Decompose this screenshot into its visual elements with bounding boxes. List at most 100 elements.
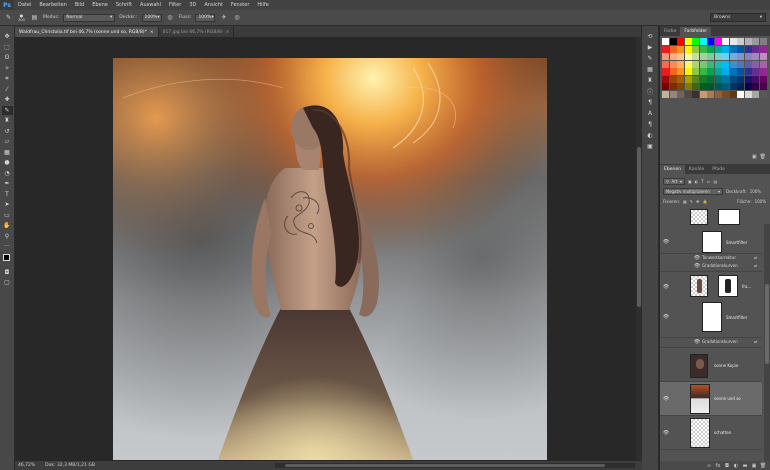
screen-mode-icon[interactable]: ▢	[2, 278, 13, 288]
color-swatch[interactable]	[662, 68, 669, 75]
color-swatch[interactable]	[699, 60, 707, 68]
color-swatch[interactable]	[722, 45, 729, 53]
color-swatch[interactable]	[692, 83, 699, 90]
new-swatch-icon[interactable]: ▣	[752, 154, 757, 160]
menu-3d[interactable]: 3D	[185, 2, 200, 8]
menu-datei[interactable]: Datei	[14, 2, 35, 8]
menu-fenster[interactable]: Fenster	[227, 2, 254, 8]
layer-filter-select[interactable]: ⚲ Art ▾	[663, 178, 685, 185]
color-swatch[interactable]	[744, 38, 752, 45]
mode-select[interactable]: Normal ▾	[63, 13, 116, 22]
color-swatch[interactable]	[714, 45, 722, 53]
color-swatch[interactable]	[677, 38, 684, 45]
color-swatch[interactable]	[744, 45, 752, 53]
airbrush-icon[interactable]: ✈	[219, 13, 228, 22]
crop-tool-icon[interactable]: ⌗	[2, 74, 13, 84]
tab-kanaele[interactable]: Kanäle	[685, 165, 708, 174]
color-swatch[interactable]	[699, 38, 707, 45]
new-layer-icon[interactable]: ▣	[751, 463, 757, 469]
eye-icon[interactable]: 👁	[663, 430, 669, 436]
eye-icon[interactable]: 👁	[694, 339, 700, 345]
color-swatch[interactable]	[692, 90, 699, 98]
pen-tool-icon[interactable]: ✒	[2, 179, 13, 189]
info-icon[interactable]: ⓘ	[645, 87, 655, 96]
adjustments-icon[interactable]: ◐	[645, 131, 655, 140]
color-swatch[interactable]	[684, 83, 692, 90]
marquee-tool-icon[interactable]: ⬚	[2, 43, 13, 53]
color-swatch[interactable]	[677, 68, 684, 75]
color-swatch[interactable]	[729, 68, 737, 75]
color-swatch[interactable]	[759, 60, 767, 68]
color-swatch[interactable]	[707, 38, 714, 45]
trash-icon[interactable]: 🗑	[760, 154, 766, 160]
document-canvas[interactable]	[113, 58, 547, 460]
layers-scrollbar[interactable]	[764, 224, 770, 470]
menu-ansicht[interactable]: Ansicht	[200, 2, 226, 8]
layer-opacity-value[interactable]: 100%	[750, 189, 761, 194]
color-swatch[interactable]	[729, 38, 737, 45]
brush-tool-icon[interactable]: ✎	[1, 105, 13, 115]
path-select-tool-icon[interactable]: ➤	[2, 200, 13, 210]
history-icon[interactable]: ⟲	[645, 32, 655, 41]
color-swatch[interactable]	[707, 45, 714, 53]
layer-sonne-kopie[interactable]: sonne Kopie	[660, 350, 762, 382]
tab-017[interactable]: 017.jpg bei 66,7% (RGB/8) ×	[158, 27, 235, 37]
filter-options-icon[interactable]: ⇌	[754, 255, 757, 260]
color-swatch[interactable]	[684, 75, 692, 83]
menu-filter[interactable]: Filter	[165, 2, 185, 8]
brush-presets-icon[interactable]: ▦	[645, 65, 655, 74]
color-swatch[interactable]	[669, 90, 677, 98]
quick-select-tool-icon[interactable]: ✧	[2, 64, 13, 74]
color-swatch[interactable]	[744, 53, 752, 60]
color-swatch[interactable]	[729, 60, 737, 68]
color-swatch[interactable]	[707, 90, 714, 98]
pressure-size-icon[interactable]: ◎	[232, 13, 241, 22]
color-swatch[interactable]	[692, 75, 699, 83]
lock-pixels-icon[interactable]: ▦	[683, 199, 687, 204]
actions-icon[interactable]: ▶	[645, 43, 655, 52]
color-swatch[interactable]	[729, 75, 737, 83]
properties-icon[interactable]: ¶	[645, 120, 655, 129]
color-swatch[interactable]	[759, 38, 767, 45]
color-swatch[interactable]	[722, 60, 729, 68]
color-swatch[interactable]	[684, 38, 692, 45]
color-swatch[interactable]	[662, 60, 669, 68]
color-swatch[interactable]	[669, 83, 677, 90]
color-swatch[interactable]	[752, 38, 759, 45]
color-swatch[interactable]	[722, 83, 729, 90]
blur-tool-icon[interactable]: ●	[2, 158, 13, 168]
color-swatch[interactable]	[752, 45, 759, 53]
color-swatch[interactable]	[714, 68, 722, 75]
brush-panel-icon[interactable]: ▤	[30, 13, 39, 22]
dodge-tool-icon[interactable]: ◔	[2, 169, 13, 179]
tab-farbe[interactable]: Farbe	[660, 27, 680, 36]
color-swatch[interactable]	[677, 45, 684, 53]
hand-tool-icon[interactable]: ✋	[2, 221, 13, 231]
color-swatch[interactable]	[752, 83, 759, 90]
close-icon[interactable]: ×	[226, 30, 230, 35]
color-swatch[interactable]	[677, 90, 684, 98]
filter-type-icon[interactable]: T	[701, 179, 703, 184]
layer-smart-object-1[interactable]: 👁 Smartfilter	[660, 209, 762, 254]
filter-shape-icon[interactable]: ▭	[707, 179, 711, 184]
menu-bearbeiten[interactable]: Bearbeiten	[35, 2, 70, 8]
eye-icon[interactable]: 👁	[694, 263, 700, 269]
lock-move-icon[interactable]: ✥	[696, 199, 699, 204]
color-swatch[interactable]	[699, 45, 707, 53]
layer-style-icon[interactable]: fx	[715, 463, 721, 469]
color-swatch[interactable]	[707, 68, 714, 75]
color-swatch[interactable]	[662, 38, 669, 45]
lock-all-icon[interactable]: 🔒	[702, 199, 707, 204]
menu-auswahl[interactable]: Auswahl	[136, 2, 165, 8]
color-swatch[interactable]	[744, 60, 752, 68]
layer-sonne-und-so[interactable]: 👁 sonne und so	[660, 382, 762, 416]
color-swatch[interactable]	[699, 53, 707, 60]
color-swatch[interactable]	[669, 45, 677, 53]
filter-pixel-icon[interactable]: ▣	[688, 179, 692, 184]
character-icon[interactable]: A	[645, 109, 655, 118]
color-swatch[interactable]	[752, 53, 759, 60]
color-swatch[interactable]	[707, 75, 714, 83]
color-swatch[interactable]	[714, 38, 722, 45]
new-group-icon[interactable]: ▬	[742, 463, 748, 469]
color-swatch[interactable]	[669, 68, 677, 75]
